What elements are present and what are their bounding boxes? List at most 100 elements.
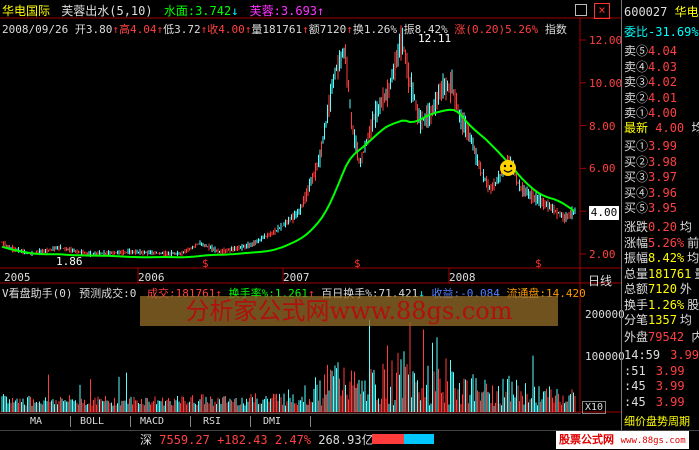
kline-chart[interactable] (0, 0, 699, 449)
quote-amount: 额7120 (308, 23, 347, 36)
indicator-name[interactable]: 芙蓉出水(5,10) (61, 4, 152, 18)
sell-label: 卖③ (624, 75, 649, 89)
buy-price: 3.96 (648, 185, 677, 200)
quote-high: 高4.04 (118, 23, 157, 36)
buy-label: 买④ (624, 185, 649, 200)
price-axis-label: 10.00 (589, 76, 623, 90)
sell-price: 4.04 (648, 44, 677, 58)
stock-short-name: 华电 (674, 5, 699, 19)
year-label: 2008 (449, 271, 476, 284)
tick-time: :45 (624, 394, 646, 409)
year-label: 2007 (283, 271, 310, 284)
index-button[interactable]: 指数 (545, 23, 567, 36)
stock-code: 600027 (624, 5, 668, 19)
quote-turnover: 换1.26% (352, 23, 397, 36)
stat-tail: 均 (679, 313, 692, 327)
stat-label: 总额 (624, 282, 649, 296)
tick-price: 3.99 (655, 394, 685, 409)
site-name[interactable]: 股票公式网 (559, 433, 614, 446)
quote-date: 2008/09/26 (2, 23, 69, 36)
sell-price: 4.01 (648, 90, 677, 105)
outer-label: 外盘 (624, 330, 649, 344)
price-axis-label: 6.00 (589, 162, 616, 176)
stat-value: 1.26% (648, 297, 685, 312)
tick-price: 3.99 (670, 348, 699, 362)
buy-label: 买② (624, 154, 649, 169)
lotus-value: 芙蓉:3.693 (249, 4, 318, 18)
price-axis-label: 8.00 (589, 119, 616, 133)
price-axis-label: 12.00 (589, 34, 623, 47)
close-button[interactable]: × (594, 3, 610, 19)
index-value: 7559.27 (159, 433, 210, 447)
stat-value: 5.26% (648, 235, 685, 250)
panel-footer[interactable]: 细价盘势周期 (624, 414, 690, 430)
volume-bars (1, 319, 576, 412)
stat-tail: 量 (694, 267, 699, 281)
volume-unit: X10 (582, 401, 607, 414)
quote-volume: 量181761 (251, 23, 303, 36)
indicator-tab-bar: MA BOLL MACD RSI DMI (0, 413, 581, 429)
tick-time: :51 (624, 363, 646, 378)
year-label: 2005 (4, 271, 31, 284)
stat-value: 181761 (648, 266, 692, 281)
index-amount: 268.93亿 (318, 433, 374, 447)
tab-ma[interactable]: MA (4, 415, 68, 428)
sell-price: 4.03 (648, 59, 677, 74)
up-arrow-icon: ↑ (346, 23, 353, 36)
high-annotation: 12.11 (418, 32, 452, 45)
tick-time: 14:59 (624, 348, 661, 362)
year-label: 2006 (138, 271, 165, 284)
quote-close: 收4.00 (207, 23, 245, 36)
site-url[interactable]: www.88gs.com (621, 436, 686, 446)
tick-price: 3.99 (655, 379, 685, 393)
latest-price: 4.00 (655, 121, 685, 135)
sell-label: 卖① (624, 106, 649, 120)
stat-label: 涨跌 (624, 220, 649, 234)
tab-boll[interactable]: BOLL (60, 415, 124, 428)
tab-rsi[interactable]: RSI (180, 415, 244, 428)
buy-price: 3.99 (648, 139, 677, 153)
candlesticks (1, 25, 576, 258)
up-arrow-icon: ↑ (302, 23, 309, 36)
up-arrow-icon: ↑ (317, 4, 325, 18)
stat-tail: 均 (687, 251, 699, 265)
stat-value: 7120 (648, 282, 677, 296)
volume-title[interactable]: V看盘助手(0) (2, 287, 73, 300)
buy-price: 3.97 (648, 170, 677, 184)
volume-axis-label: 100000 (585, 350, 625, 363)
latest-label: 最新 (624, 121, 649, 135)
smiley-icon (500, 160, 516, 176)
sell-price: 4.00 (648, 106, 677, 120)
stat-label: 分笔 (624, 313, 649, 327)
stat-label: 换手 (624, 297, 649, 312)
stat-tail: 外 (679, 282, 692, 296)
buy-label: 买⑤ (624, 201, 649, 215)
minimize-button[interactable] (575, 4, 587, 16)
period-label[interactable]: 日线 (588, 272, 612, 289)
buy-price: 3.95 (648, 201, 677, 215)
quote-change: 涨(0.20)5.26% (454, 23, 539, 36)
stock-name[interactable]: 华电国际 (2, 4, 50, 18)
buy-price: 3.98 (648, 154, 677, 169)
market-strength-bar (372, 434, 434, 444)
buy-label: 买① (624, 139, 649, 153)
order-ratio: 委比-31.69% (624, 25, 699, 39)
stat-label: 振幅 (624, 251, 649, 265)
stat-value: 0.20 (648, 220, 677, 234)
index-name[interactable]: 深 (140, 433, 152, 447)
price-axis-label: 2.00 (589, 248, 616, 261)
buy-label: 买③ (624, 170, 649, 184)
dollar-marker: $ (535, 257, 542, 270)
right-panel-divider (621, 0, 622, 430)
tab-dmi[interactable]: DMI (240, 415, 304, 428)
index-change: +182.43 (217, 433, 268, 447)
sell-label: 卖④ (624, 59, 649, 74)
dollar-marker: $ (202, 257, 209, 270)
low-annotation: 1.86 (56, 255, 83, 268)
tab-macd[interactable]: MACD (120, 415, 184, 428)
stat-value: 1357 (648, 313, 677, 327)
up-arrow-icon: ↑ (112, 23, 119, 36)
quote-open: 开3.80 (74, 23, 113, 36)
sell-label: 卖② (624, 90, 649, 105)
tick-price: 3.99 (655, 363, 685, 378)
